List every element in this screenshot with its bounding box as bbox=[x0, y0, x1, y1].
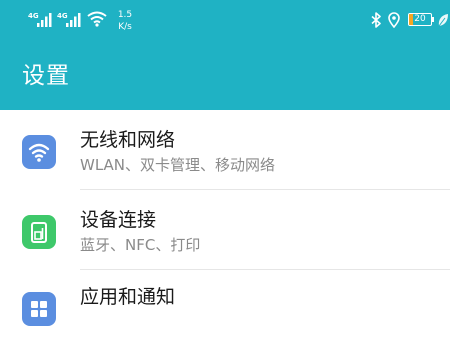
signal-icon: 4G bbox=[28, 12, 58, 30]
item-subtitle: WLAN、双卡管理、移动网络 bbox=[80, 156, 276, 174]
bluetooth-icon bbox=[371, 12, 381, 28]
battery-icon: 20 bbox=[408, 13, 432, 26]
speed-unit: K/s bbox=[118, 22, 132, 32]
device-connection-icon bbox=[22, 215, 56, 249]
battery-level: 20 bbox=[414, 14, 426, 24]
settings-item-apps-notifications[interactable]: 应用和通知 bbox=[0, 270, 450, 350]
app-header: 4G 4G 1.5 K/s 20 设置 bbox=[0, 0, 450, 110]
item-subtitle: 蓝牙、NFC、打印 bbox=[80, 236, 201, 254]
wifi-icon bbox=[22, 135, 56, 169]
settings-list: 无线和网络 WLAN、双卡管理、移动网络 设备连接 蓝牙、NFC、打印 应用和通… bbox=[0, 110, 450, 350]
signal-icon: 4G bbox=[57, 12, 87, 30]
apps-icon bbox=[22, 292, 56, 326]
speed-value: 1.5 bbox=[117, 10, 133, 20]
leaf-icon bbox=[438, 14, 448, 27]
page-title: 设置 bbox=[22, 63, 70, 89]
location-icon bbox=[388, 12, 400, 28]
item-title: 应用和通知 bbox=[80, 286, 176, 308]
wifi-icon bbox=[87, 11, 107, 27]
item-title: 设备连接 bbox=[80, 209, 157, 231]
item-title: 无线和网络 bbox=[80, 129, 176, 151]
settings-item-device-connection[interactable]: 设备连接 蓝牙、NFC、打印 bbox=[0, 190, 450, 270]
battery-cap bbox=[432, 17, 434, 22]
network-speed: 1.5 K/s bbox=[115, 9, 135, 33]
settings-item-wireless-networks[interactable]: 无线和网络 WLAN、双卡管理、移动网络 bbox=[0, 110, 450, 190]
status-bar: 4G 4G 1.5 K/s 20 bbox=[0, 0, 450, 40]
